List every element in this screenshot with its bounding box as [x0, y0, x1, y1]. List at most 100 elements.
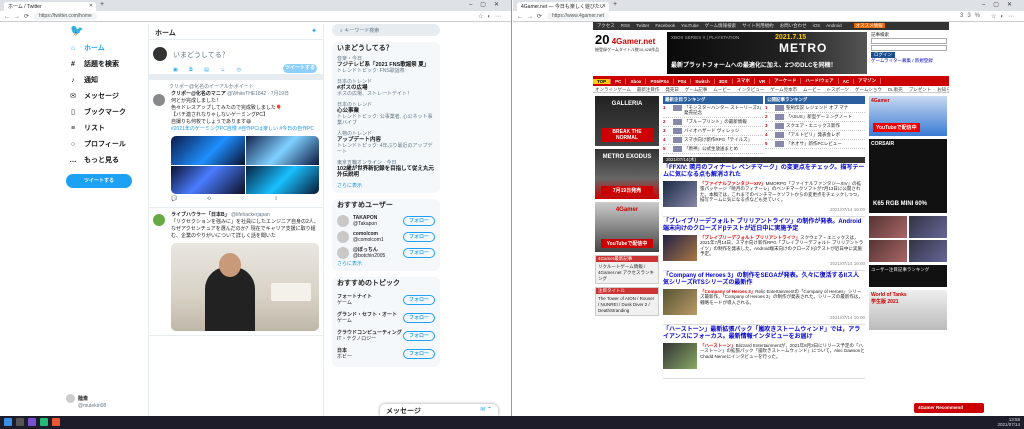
top-link[interactable]: お問い合わせ	[780, 23, 807, 28]
window-controls[interactable]: –▢✕	[982, 1, 1020, 8]
rank-thumbnail[interactable]	[673, 145, 682, 152]
trend-item[interactable]: 東京五輪オンライン · 今日 102歳が世界新記録を目指して従え丸元外伝説明	[337, 160, 435, 178]
article-thumbnail[interactable]	[663, 342, 697, 369]
side-box[interactable]: 4Gamer最新記事 リクルートゲーム情報 / 4Gamer.net アクセスラン…	[595, 255, 659, 284]
close-icon[interactable]: ✕	[89, 3, 93, 9]
nav-tab[interactable]: Switch	[691, 78, 715, 84]
article-title[interactable]: 「ハーストーン」最新拡張パック「嵐吹きストームウィンド」では，アライアンスにフォ…	[663, 327, 865, 341]
site-logo[interactable]: 20 4Gamer.net 総登録ゲームタイトル数15,428作品	[595, 32, 663, 72]
rank-thumbnail[interactable]	[775, 131, 784, 138]
top-link[interactable]: iOS	[813, 23, 821, 28]
article-title[interactable]: 「ブレイブリーデフォルト ブリリアントライツ」の制作が発表。Android端末向…	[663, 219, 865, 233]
tweet-photo[interactable]	[171, 243, 319, 331]
trend-item[interactable]: 日本のトレンド 心公事業 トレンドトピック: 公事業者, 心公ネット事業バイブ	[337, 102, 435, 126]
follow-button[interactable]: フォロー	[402, 216, 435, 226]
nav-arrows-icon[interactable]: ←→⟳	[4, 13, 33, 20]
login-links[interactable]: ゲームライター募集 / 新規登録	[871, 58, 947, 64]
rank-thumbnail[interactable]	[775, 122, 784, 129]
nav-item[interactable]: ○ プロフィール	[66, 136, 144, 152]
rank-thumbnail[interactable]	[673, 127, 682, 134]
zoom-level[interactable]: 33%	[960, 13, 984, 19]
trends-more-link[interactable]: さらに表示	[337, 183, 435, 189]
url-field[interactable]: https://www.4gamer.net	[547, 13, 609, 20]
top-link[interactable]: Twitter	[636, 23, 649, 28]
follow-more-link[interactable]: さらに表示	[337, 261, 435, 267]
nav-arrows-icon[interactable]: ←→⟳	[517, 13, 546, 20]
nav-tab[interactable]: アマゾン	[854, 78, 882, 84]
top-link[interactable]: Android	[826, 23, 842, 28]
search-input[interactable]: ⌕ キーワード検索	[332, 24, 440, 36]
tweet-image[interactable]	[171, 136, 245, 165]
avatar[interactable]	[337, 231, 349, 243]
rank-thumbnail[interactable]	[673, 104, 682, 111]
rank-thumbnail[interactable]	[673, 136, 682, 143]
sub-nav-link[interactable]: e-スポーツ	[827, 87, 849, 92]
sub-nav-link[interactable]: DL販売	[888, 87, 903, 92]
compose-tools-icons[interactable]: ▣ ⧉ ▤ ☺ ◷	[173, 67, 246, 73]
tweet-hashtags[interactable]: #2021年のゲーミングPC自慢 #自作PCは楽しい #今日の自作PC	[171, 126, 319, 133]
galleria-ad[interactable]: GALLERIA BREAK THE NORMAL	[595, 96, 659, 146]
nav-item[interactable]: ✉ メッセージ	[66, 88, 144, 104]
nav-item[interactable]: ♪ 通知	[66, 72, 144, 88]
recommend-link[interactable]: オススメ情報	[853, 23, 885, 28]
follow-button[interactable]: フォロー	[402, 331, 435, 341]
nav-tab[interactable]: PC	[611, 78, 627, 84]
metro-ad-banner[interactable]: XBOX SERIES X | PLAYSTATION 2021.7.15 ME…	[667, 32, 867, 74]
corsair-ad[interactable]: CORSAIR K65 RGB MINI 60%	[869, 139, 947, 213]
sub-nav-link[interactable]: ゲームショウ	[855, 87, 882, 92]
sub-nav-link[interactable]: プレゼント	[909, 87, 932, 92]
nav-tab[interactable]: PS4	[674, 78, 692, 84]
tweet-actions-icons[interactable]: 💬 ⟲ ♡ ⇪	[171, 196, 319, 203]
article-title[interactable]: 「Company of Heroes 3」の制作をSEGAが発表。久々に復活する…	[663, 273, 865, 287]
close-icon[interactable]: ✕	[602, 3, 606, 9]
password-field[interactable]	[871, 45, 947, 51]
sub-nav-link[interactable]: ゲーム記事	[685, 87, 707, 92]
expand-icon[interactable]: ✉ ⌃	[480, 406, 492, 413]
ranking-row[interactable]: 1 「モンスターハンター ストーリーズ2」発売記念	[663, 104, 763, 118]
nav-tab[interactable]: 3DS	[715, 78, 733, 84]
metro-side-ad[interactable]: METRO EXODUS 7月19日発売	[595, 149, 659, 199]
top-link[interactable]: サイト利用規約	[742, 23, 774, 28]
ranking-row[interactable]: 2 「ASUS」新型ゲーミングノート	[765, 113, 865, 122]
top-link[interactable]: ゲーム情報検索	[705, 23, 736, 28]
rank-thumbnail[interactable]	[775, 113, 784, 120]
side-box[interactable]: 注目タイトル The Tower of AION / Rouser / NUNRE…	[595, 287, 659, 316]
tab-4gamer[interactable]: 4Gamer.net — 今日も楽しく遊びたい ✕	[517, 2, 609, 11]
search-field[interactable]	[871, 38, 947, 44]
thumbnail[interactable]	[869, 216, 907, 238]
tweet-image[interactable]	[171, 165, 245, 194]
nav-tab[interactable]: TOP	[593, 78, 612, 84]
sub-nav-link[interactable]: インタビュー	[737, 87, 764, 92]
tweet-image[interactable]	[245, 165, 319, 194]
messages-drawer[interactable]: メッセージ ✉ ⌃	[380, 404, 498, 416]
toolbar-icons[interactable]: ☆◐⋯	[991, 13, 1018, 20]
youtube-side-ad[interactable]: 4Gamer YouTubeで配信中	[869, 96, 947, 136]
sparkle-icon[interactable]: ✦	[311, 27, 317, 35]
trend-item[interactable]: 人物のトレンド アップデート内容 トレンドトピック: 4年ぶり最近のアップデート	[337, 131, 435, 155]
nav-item[interactable]: ≡ リスト	[66, 120, 144, 136]
follow-button[interactable]: フォロー	[402, 313, 435, 323]
sub-nav-link[interactable]: お知らせ	[937, 87, 949, 92]
ranking-row[interactable]: 3 バイオハザード ヴィレッジ	[663, 127, 763, 136]
follow-button[interactable]: フォロー	[402, 349, 435, 359]
tweet-author[interactable]: クリポー@化名のマニア	[171, 91, 226, 97]
thumbnail[interactable]	[909, 240, 947, 262]
nav-item[interactable]: … もっと見る	[66, 152, 144, 168]
thumbnail[interactable]	[909, 216, 947, 238]
top-link[interactable]: RSS	[621, 23, 630, 28]
sub-nav-link[interactable]: オンラインゲーム	[595, 87, 631, 92]
ranking-row[interactable]: 5 「ネオサ」新作PCレビュー	[765, 140, 865, 149]
recommend-popup[interactable]: 4Gamer Recommend	[914, 403, 984, 413]
sub-nav-link[interactable]: ムービー	[713, 87, 731, 92]
tweet-author[interactable]: ライブハウラー「日本B」	[171, 212, 230, 218]
avatar[interactable]	[153, 94, 165, 106]
nav-item[interactable]: # 話題を検索	[66, 56, 144, 72]
trend-item[interactable]: 音楽・今日 フジテレビ系「2021 FNS歌謡祭 夏」 トレンドトピック: FNS歌…	[337, 56, 435, 74]
rank-thumbnail[interactable]	[673, 118, 682, 125]
avatar[interactable]	[337, 215, 349, 227]
article-thumbnail[interactable]	[663, 180, 697, 207]
nav-tab[interactable]: Xbox	[626, 78, 647, 84]
url-field[interactable]: https://twitter.com/home	[34, 13, 97, 20]
start-icon[interactable]	[4, 418, 12, 426]
top-link[interactable]: Facebook	[655, 23, 675, 28]
